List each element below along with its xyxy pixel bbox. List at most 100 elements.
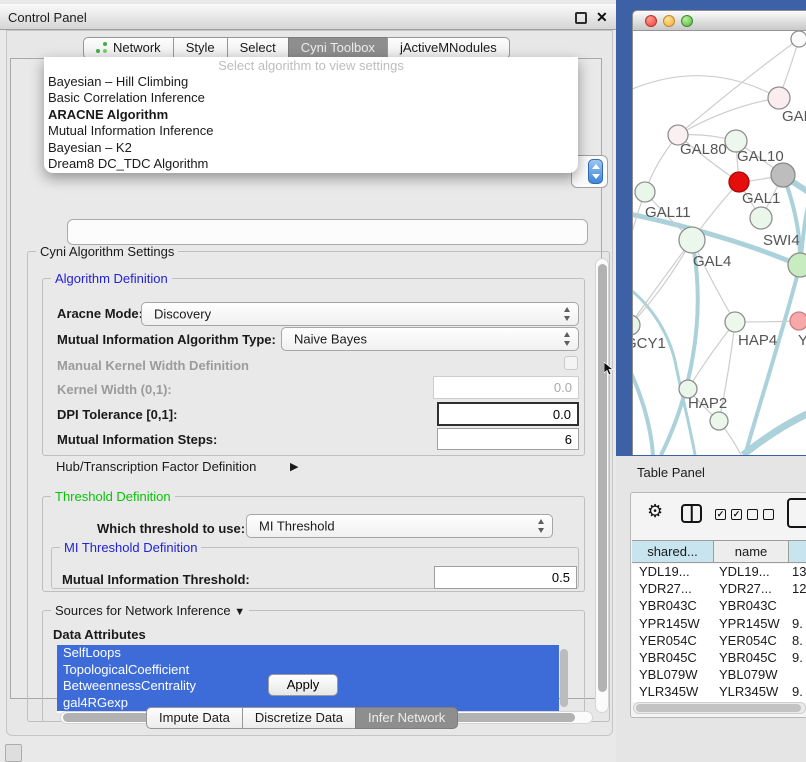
network-edge-highlighted: [745, 265, 800, 455]
algorithm-option[interactable]: ARACNE Algorithm: [44, 107, 578, 123]
network-node-label: Y: [798, 332, 806, 349]
column-header-name[interactable]: name: [714, 541, 789, 562]
network-node-label: GAL10: [737, 148, 784, 165]
table-row[interactable]: YLR345WYLR345W9.: [632, 684, 806, 701]
network-node[interactable]: [635, 182, 655, 202]
network-window-titlebar[interactable]: [632, 10, 806, 31]
attribute-item[interactable]: SelfLoops: [57, 645, 559, 662]
mi-type-label: Mutual Information Algorithm Type:: [57, 332, 276, 347]
algorithm-option[interactable]: Bayesian – Hill Climbing: [44, 74, 578, 90]
which-threshold-value: MI Threshold: [259, 519, 335, 534]
network-edge-highlighted: [783, 175, 800, 265]
close-icon[interactable]: ✕: [596, 9, 608, 26]
table-cell: YLR345W: [632, 684, 714, 701]
float-panel-icon[interactable]: [575, 12, 587, 24]
algorithm-definition-title: Algorithm Definition: [51, 271, 172, 286]
dpi-tolerance-input[interactable]: [437, 402, 579, 426]
column-header-shared-name[interactable]: shared...: [632, 541, 714, 562]
sources-collapse-icon[interactable]: ▼: [234, 606, 245, 618]
panel-title: Control Panel: [8, 10, 87, 25]
network-node[interactable]: [633, 315, 640, 335]
manual-kernel-checkbox[interactable]: [564, 356, 578, 370]
algorithm-options-list: Bayesian – Hill ClimbingBasic Correlatio…: [44, 74, 578, 172]
table-cell: 9.: [790, 650, 806, 667]
tab-impute-data[interactable]: Impute Data: [146, 707, 243, 729]
network-node[interactable]: [788, 253, 806, 277]
network-node[interactable]: [729, 172, 749, 192]
mi-threshold-label: Mutual Information Threshold:: [62, 572, 250, 587]
close-window-icon[interactable]: [645, 15, 657, 27]
algorithm-option[interactable]: Dream8 DC_TDC Algorithm: [44, 156, 578, 172]
network-node[interactable]: [679, 227, 705, 253]
table-row[interactable]: YDL19...YDL19...13: [632, 564, 806, 581]
tab-jactivemnodules[interactable]: jActiveMNodules: [387, 37, 510, 59]
tab-label: Discretize Data: [255, 708, 343, 728]
hub-definition-label[interactable]: Hub/Transcription Factor Definition: [56, 459, 256, 474]
table-row[interactable]: YBR045CYBR045C9.: [632, 650, 806, 667]
algorithm-option[interactable]: Basic Correlation Inference: [44, 90, 578, 106]
network-node[interactable]: [725, 312, 745, 332]
sources-title-text[interactable]: Sources for Network Inference: [55, 603, 231, 618]
sources-group: Sources for Network Inference ▼ Data Att…: [42, 610, 585, 722]
table-cell: YPR145W: [632, 616, 714, 633]
hub-expand-icon[interactable]: ▶: [290, 460, 298, 473]
minimize-window-icon[interactable]: [663, 15, 675, 27]
attributes-scrollbar[interactable]: [559, 647, 570, 711]
control-panel-titlebar: Control Panel ✕: [0, 3, 616, 30]
table-cell: YBL079W: [632, 667, 714, 684]
column-header-partial[interactable]: [789, 541, 806, 562]
table-row[interactable]: YDR27...YDR27...12: [632, 581, 806, 598]
deselect-all-columns-icon[interactable]: [747, 509, 774, 520]
aracne-mode-select[interactable]: Discovery: [141, 302, 579, 326]
table-row[interactable]: YER054CYER054C8.: [632, 633, 806, 650]
network-edge: [678, 98, 779, 135]
algorithm-definition-group: Algorithm Definition Aracne Mode: Discov…: [42, 278, 585, 456]
network-node[interactable]: [771, 163, 795, 187]
tab-infer-network[interactable]: Infer Network: [355, 707, 458, 729]
network-node-label: GAL1: [742, 190, 780, 207]
algorithm-option[interactable]: Mutual Information Inference: [44, 123, 578, 139]
collapsed-panel-icon[interactable]: [5, 744, 22, 762]
table-cell: YDL19...: [714, 564, 790, 581]
table-row[interactable]: YPR145WYPR145W9.: [632, 616, 806, 633]
tab-select[interactable]: Select: [227, 37, 289, 59]
table-panel: Table Panel ⚙ ✓ ✓ shared... name YDL19..…: [616, 456, 806, 762]
network-node[interactable]: [790, 312, 806, 330]
tab-label: Network: [113, 38, 161, 58]
kernel-width-input[interactable]: [433, 376, 579, 399]
select-all-columns-icon[interactable]: ✓ ✓: [715, 509, 742, 520]
bottom-tab-bar: Impute Data Discretize Data Infer Network: [147, 707, 458, 729]
settings-vertical-scrollbar[interactable]: [595, 258, 609, 713]
dropdown-placeholder: Select algorithm to view settings: [44, 57, 578, 74]
tab-style[interactable]: Style: [173, 37, 228, 59]
network-node[interactable]: [768, 87, 790, 109]
table-cell: YPR145W: [714, 616, 790, 633]
mi-type-select[interactable]: Naive Bayes: [281, 327, 579, 351]
mi-threshold-input[interactable]: [434, 566, 577, 589]
tab-network[interactable]: Network: [83, 37, 174, 59]
network-node[interactable]: [750, 207, 772, 229]
mi-steps-input[interactable]: [437, 428, 579, 450]
mouse-cursor: [604, 362, 614, 377]
table-row[interactable]: YBL079WYBL079W: [632, 667, 806, 684]
algorithm-dropdown-popup: Select algorithm to view settings Bayesi…: [44, 57, 578, 173]
table-cell: [790, 598, 806, 615]
which-threshold-select[interactable]: MI Threshold: [246, 514, 553, 538]
network-canvas[interactable]: GALGAL80GAL10GAL1GAL11SWI4GAL4HAP4YGCY1H…: [632, 31, 806, 455]
apply-button[interactable]: Apply: [268, 674, 338, 696]
aracne-mode-value: Discovery: [154, 307, 211, 322]
table-row[interactable]: YBR043CYBR043C: [632, 598, 806, 615]
algorithm-option[interactable]: Bayesian – K2: [44, 140, 578, 156]
node-table: ⚙ ✓ ✓ shared... name YDL19...YDL19...13Y…: [630, 492, 806, 718]
network-node-label: GCY1: [633, 335, 666, 352]
tab-discretize-data[interactable]: Discretize Data: [242, 707, 356, 729]
zoom-window-icon[interactable]: [681, 15, 693, 27]
columns-icon[interactable]: [681, 504, 702, 523]
network-node[interactable]: [710, 412, 728, 430]
network-node[interactable]: [791, 31, 806, 47]
tab-cyni-toolbox[interactable]: Cyni Toolbox: [288, 37, 388, 59]
gear-icon[interactable]: ⚙: [647, 502, 663, 520]
table-horizontal-scrollbar[interactable]: [633, 702, 806, 714]
combo-spinner-focused[interactable]: [588, 159, 603, 184]
document-icon[interactable]: [787, 498, 806, 528]
